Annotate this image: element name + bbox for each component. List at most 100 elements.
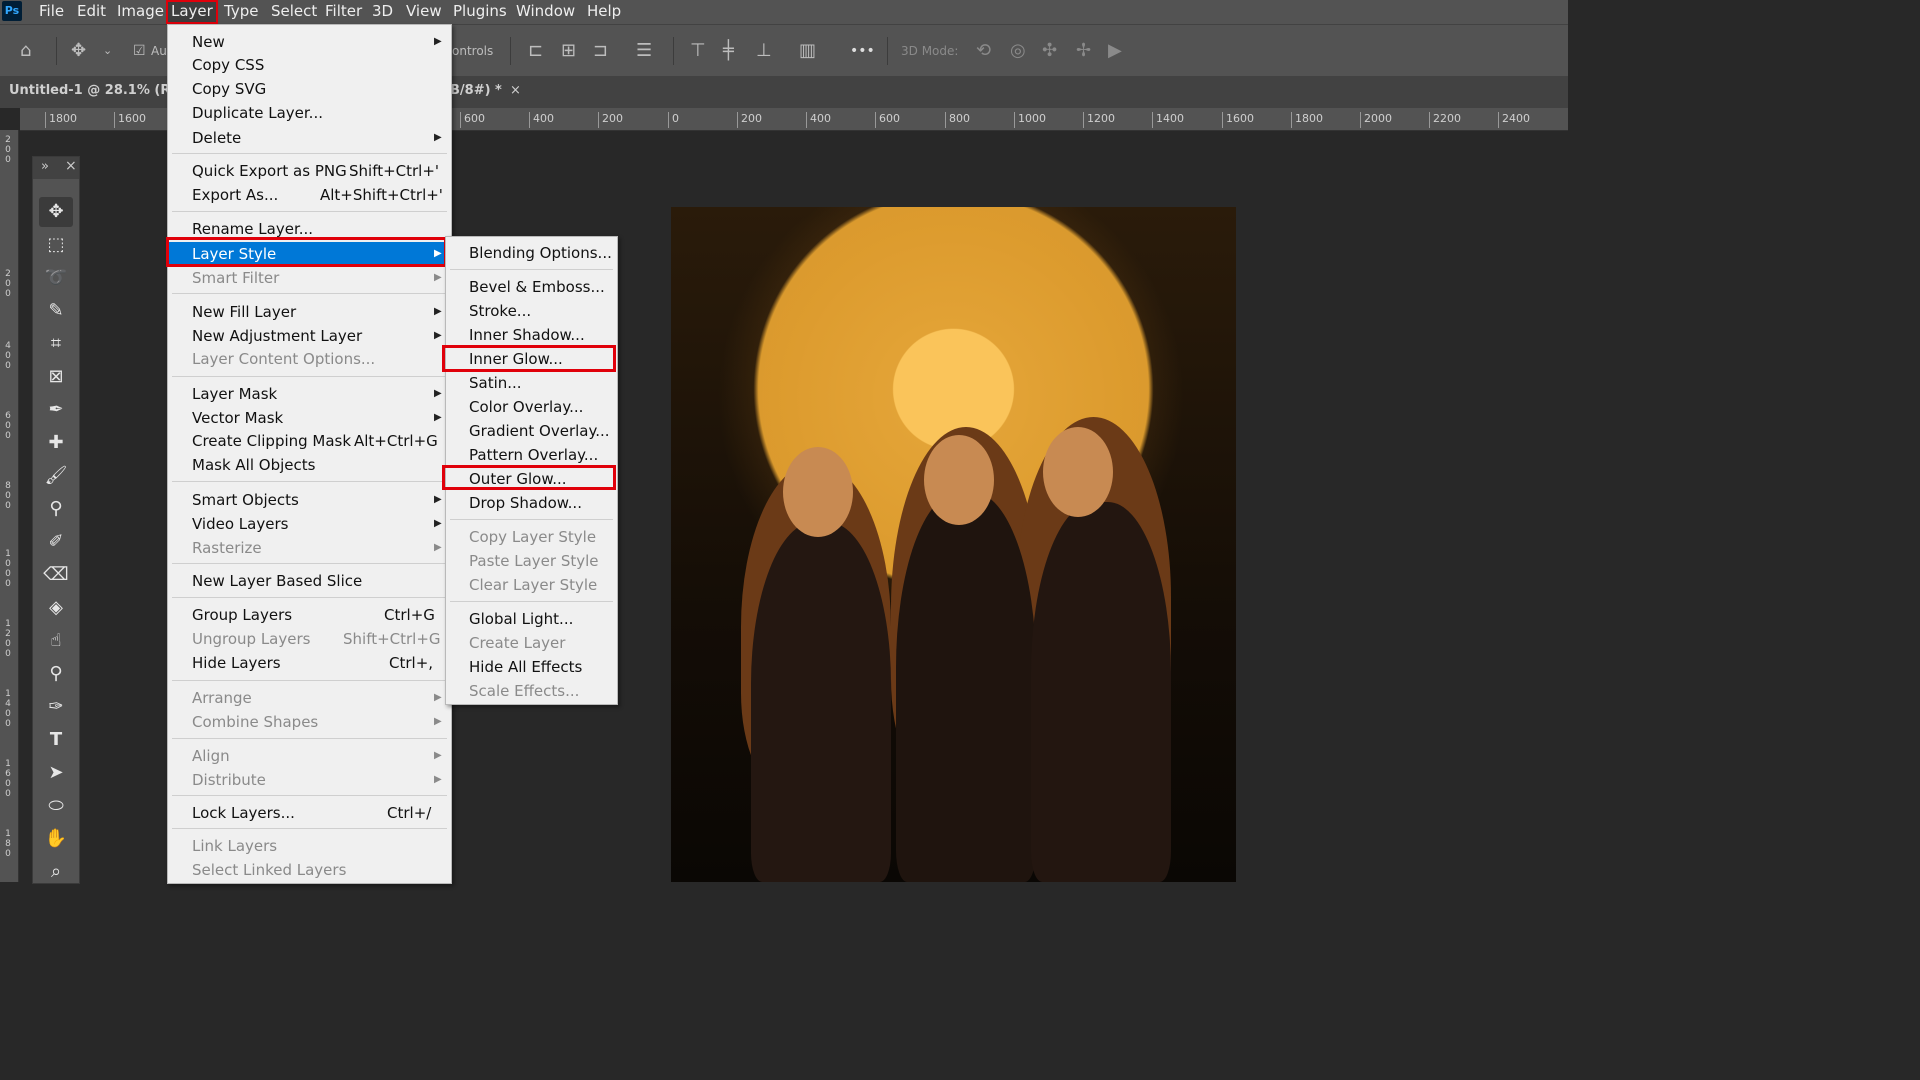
menu-3d[interactable]: 3D [372,0,393,24]
menu-item-hide-all-effects[interactable]: Hide All Effects [446,655,617,679]
menu-item-clear-layer-style[interactable]: Clear Layer Style [446,573,617,597]
menu-item-satin[interactable]: Satin... [446,371,617,395]
menu-item-ungroup-layers[interactable]: Ungroup Layers Shift+Ctrl+G [168,627,451,651]
menu-edit[interactable]: Edit [77,0,106,24]
menu-item-hide-layers[interactable]: Hide Layers Ctrl+, [168,651,451,675]
menu-item-stroke[interactable]: Stroke... [446,299,617,323]
menu-item-inner-glow[interactable]: Inner Glow... [446,347,617,371]
menu-item-layer-style[interactable]: Layer Style ▶ [168,242,451,266]
ellipse-tool-icon[interactable]: ⬭ [39,791,73,821]
crop-tool-icon[interactable]: ⌗ [39,329,73,359]
menu-image[interactable]: Image [117,0,164,24]
roll-3d-icon[interactable]: ◎ [1010,25,1026,77]
pan-3d-icon[interactable]: ✣ [1042,25,1057,77]
menu-item-video-layers[interactable]: Video Layers ▶ [168,512,451,536]
menu-item-align[interactable]: Align ▶ [168,744,451,768]
menu-type[interactable]: Type [224,0,258,24]
menu-item-duplicate-layer[interactable]: Duplicate Layer... [168,101,451,125]
auto-select-checkbox[interactable]: ☑ [133,25,146,77]
menu-item-group-layers[interactable]: Group Layers Ctrl+G [168,603,451,627]
menu-item-paste-layer-style[interactable]: Paste Layer Style [446,549,617,573]
menu-item-copy-svg[interactable]: Copy SVG [168,77,451,101]
eyedropper-tool-icon[interactable]: ✒ [39,395,73,425]
distribute-icon[interactable]: ☰ [636,25,652,77]
menu-item-outer-glow[interactable]: Outer Glow... [446,467,617,491]
eraser-tool-icon[interactable]: ⌫ [39,560,73,590]
menu-window[interactable]: Window [516,0,575,24]
close-panel-icon[interactable]: × [65,158,77,174]
align-middle-icon[interactable]: ╪ [723,25,734,77]
quick-selection-tool-icon[interactable]: ✎ [39,296,73,326]
align-top-icon[interactable]: ⊤ [690,25,706,77]
clone-stamp-tool-icon[interactable]: ⚲ [39,494,73,524]
menu-item-blending-options[interactable]: Blending Options... [446,241,617,265]
menu-item-scale-effects[interactable]: Scale Effects... [446,679,617,703]
rectangular-marquee-tool-icon[interactable]: ⬚ [39,230,73,260]
document-tab-title-end[interactable]: B/8#) * [450,76,502,106]
menu-item-smart-filter[interactable]: Smart Filter ▶ [168,266,451,290]
menu-item-quick-export-png[interactable]: Quick Export as PNG Shift+Ctrl+' [168,159,451,183]
menu-item-layer-mask[interactable]: Layer Mask ▶ [168,382,451,406]
document-canvas[interactable] [671,207,1236,882]
menu-item-delete[interactable]: Delete ▶ [168,126,451,150]
menu-item-gradient-overlay[interactable]: Gradient Overlay... [446,419,617,443]
slide-3d-icon[interactable]: ✢ [1076,25,1091,77]
menu-item-export-as[interactable]: Export As... Alt+Shift+Ctrl+' [168,183,451,207]
menu-item-global-light[interactable]: Global Light... [446,607,617,631]
menu-item-rasterize[interactable]: Rasterize ▶ [168,536,451,560]
menu-item-new-adjustment-layer[interactable]: New Adjustment Layer ▶ [168,324,451,348]
menu-item-link-layers[interactable]: Link Layers [168,834,451,858]
menu-item-new[interactable]: New ▶ [168,30,451,54]
menu-item-pattern-overlay[interactable]: Pattern Overlay... [446,443,617,467]
align-bottom-icon[interactable]: ⊥ [756,25,772,77]
distribute-vertical-icon[interactable]: ▥ [799,25,816,77]
menu-item-layer-content-options[interactable]: Layer Content Options... [168,347,451,371]
menu-item-arrange[interactable]: Arrange ▶ [168,686,451,710]
menu-item-drop-shadow[interactable]: Drop Shadow... [446,491,617,515]
brush-tool-icon[interactable]: 🖌 [39,461,73,491]
collapse-panel-icon[interactable]: » [41,159,49,174]
menu-filter[interactable]: Filter [325,0,362,24]
smudge-tool-icon[interactable]: ☝ [39,626,73,656]
menu-item-smart-objects[interactable]: Smart Objects ▶ [168,488,451,512]
align-right-icon[interactable]: ⊐ [593,25,608,77]
scale-3d-icon[interactable]: ▶ [1108,25,1122,77]
move-tool-icon[interactable]: ✥ [71,25,86,77]
menu-help[interactable]: Help [587,0,621,24]
menu-plugins[interactable]: Plugins [453,0,507,24]
menu-view[interactable]: View [406,0,442,24]
menu-file[interactable]: File [39,0,64,24]
menu-item-bevel-emboss[interactable]: Bevel & Emboss... [446,275,617,299]
hand-tool-icon[interactable]: ✋ [39,824,73,854]
menu-layer[interactable]: Layer [166,0,218,24]
move-tool-icon[interactable]: ✥ [39,197,73,227]
menu-item-new-layer-based-slice[interactable]: New Layer Based Slice [168,569,451,593]
pen-tool-icon[interactable]: ✑ [39,692,73,722]
more-options-icon[interactable]: ••• [850,25,875,77]
menu-item-mask-all-objects[interactable]: Mask All Objects [168,453,451,477]
spot-healing-brush-tool-icon[interactable]: ✚ [39,428,73,458]
menu-item-lock-layers[interactable]: Lock Layers... Ctrl+/ [168,801,451,825]
orbit-3d-icon[interactable]: ⟲ [976,25,991,77]
menu-item-vector-mask[interactable]: Vector Mask ▶ [168,406,451,430]
paint-bucket-tool-icon[interactable]: ◈ [39,593,73,623]
align-center-icon[interactable]: ⊞ [561,25,576,77]
menu-item-color-overlay[interactable]: Color Overlay... [446,395,617,419]
menu-item-create-clipping-mask[interactable]: Create Clipping Mask Alt+Ctrl+G [168,429,451,453]
menu-item-inner-shadow[interactable]: Inner Shadow... [446,323,617,347]
document-tab-title[interactable]: Untitled-1 @ 28.1% (RG [9,76,181,106]
path-selection-tool-icon[interactable]: ➤ [39,758,73,788]
zoom-tool-icon[interactable]: ⌕ [39,857,73,887]
menu-item-copy-css[interactable]: Copy CSS [168,53,451,77]
close-tab-icon[interactable]: × [510,76,521,106]
menu-select[interactable]: Select [271,0,317,24]
align-left-icon[interactable]: ⊏ [528,25,543,77]
menu-item-rename-layer[interactable]: Rename Layer... [168,217,451,241]
menu-item-new-fill-layer[interactable]: New Fill Layer ▶ [168,300,451,324]
type-tool-icon[interactable]: T [39,725,73,755]
dodge-tool-icon[interactable]: ⚲ [39,659,73,689]
history-brush-tool-icon[interactable]: ✐ [39,527,73,557]
frame-tool-icon[interactable]: ⊠ [39,362,73,392]
menu-item-select-linked-layers[interactable]: Select Linked Layers [168,858,451,882]
menu-item-copy-layer-style[interactable]: Copy Layer Style [446,525,617,549]
